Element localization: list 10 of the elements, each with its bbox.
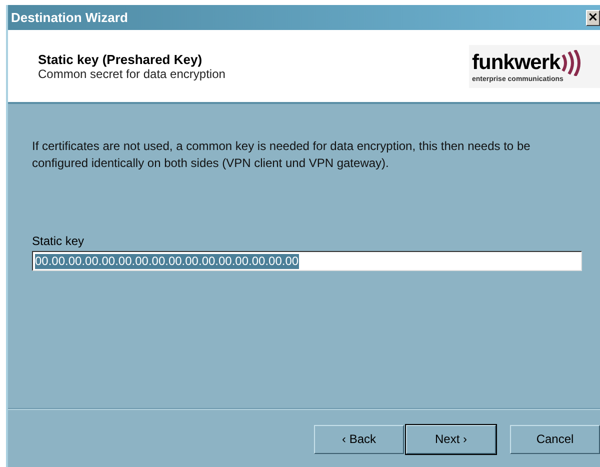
field-label: Static key: [32, 234, 86, 248]
static-key-field[interactable]: 00.00.00.00.00.00.00.00.00.00.00.00.00.00.00.00: [32, 251, 582, 271]
wizard-button[interactable]: ‹ Back: [314, 424, 404, 454]
wizard-button[interactable]: Next ›: [406, 424, 496, 454]
window-title: Destination Wizard: [10, 10, 128, 25]
page-title: Static key (Preshared Key): [38, 52, 204, 66]
wizard-button[interactable]: Cancel: [510, 424, 600, 454]
page-subtitle: Common secret for data encryption: [38, 66, 226, 80]
description-text: If certificates are not used, a common key is needed for data encryption, this then needs to be configured identically on both sides (VPN client und VPN gateway).: [32, 138, 532, 172]
close-button[interactable]: ×: [586, 10, 600, 26]
